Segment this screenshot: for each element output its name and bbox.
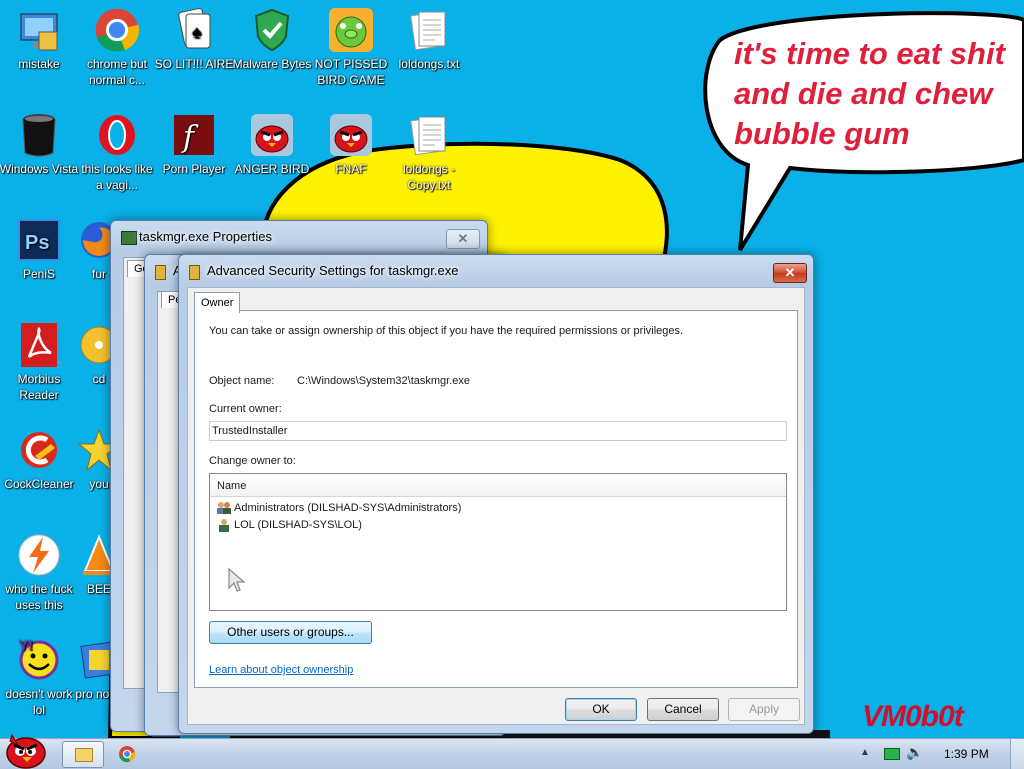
desktop-icon-label: mistake [18, 57, 60, 71]
flash-icon: f [170, 111, 218, 159]
other-users-groups-button[interactable]: Other users or groups... [209, 621, 372, 644]
desktop-icon-label: chrome but normal c... [86, 57, 148, 87]
list-item[interactable]: Administrators (DILSHAD-SYS\Administrato… [214, 500, 774, 516]
desktop-icon-label: Windows Vista [0, 162, 79, 176]
ccleaner-icon [15, 426, 63, 474]
desktop-icon[interactable]: ANGER BIRD [232, 111, 312, 177]
photoshop-icon: Ps [15, 216, 63, 264]
owner-listview[interactable]: Name Administrators (DILSHAD-SYS\Adminis… [209, 473, 787, 611]
change-owner-label: Change owner to: [209, 455, 296, 467]
object-name-label: Object name: [209, 375, 275, 387]
desktop-icon[interactable]: chrome but normal c... [77, 6, 157, 88]
start-button-icon[interactable] [2, 731, 48, 769]
text-file-icon [405, 111, 453, 159]
opera-icon [93, 111, 141, 159]
owner-tab-panel: You can take or assign ownership of this… [194, 310, 798, 688]
close-icon[interactable]: ✕ [446, 229, 480, 249]
desktop-icon[interactable]: NOT PISSED BIRD GAME [311, 6, 391, 88]
shield-lock-icon [189, 265, 200, 280]
list-item[interactable]: LOL (DILSHAD-SYS\LOL) [214, 517, 774, 533]
cancel-button[interactable]: Cancel [647, 698, 719, 721]
group-users-icon [216, 501, 232, 518]
intro-text: You can take or assign ownership of this… [209, 325, 684, 337]
desktop-icon[interactable]: FNAF [311, 111, 391, 177]
advanced-security-dialog[interactable]: Advanced Security Settings for taskmgr.e… [178, 254, 814, 734]
clock[interactable]: 1:39 PM [944, 747, 989, 761]
desktop-icon[interactable]: mistake [0, 6, 79, 72]
list-item-label: Administrators (DILSHAD-SYS\Administrato… [234, 502, 462, 514]
show-desktop-button[interactable] [1010, 739, 1024, 769]
mouse-cursor-icon [228, 568, 246, 592]
taskbar: ▲ 🔈 1:39 PM [0, 733, 1024, 769]
taskbar-explorer-button[interactable] [62, 741, 104, 768]
desktop-icon-label: Porn Player [162, 162, 226, 176]
computer-icon [15, 6, 63, 54]
desktop-icon-label: loldongs.txt [398, 57, 460, 71]
learn-ownership-link[interactable]: Learn about object ownership [209, 664, 353, 676]
desktop-icon-label: loldongs - Copy.txt [402, 162, 456, 192]
desktop-icon[interactable]: loldongs.txt [389, 6, 469, 72]
angry-bird-icon [248, 111, 296, 159]
desktop-icon[interactable]: ♠ SO LIT!!! AIRE [154, 6, 234, 72]
list-item-label: LOL (DILSHAD-SYS\LOL) [234, 519, 362, 531]
desktop-icon-label: SO LIT!!! AIRE [154, 57, 234, 71]
close-icon[interactable]: ✕ [773, 263, 807, 283]
desktop-icon[interactable]: f Porn Player [154, 111, 234, 177]
current-owner-label: Current owner: [209, 403, 282, 415]
list-header[interactable]: Name [210, 474, 786, 497]
desktop-icon[interactable]: Windows Vista [0, 111, 79, 177]
desktop-icon-label: NOT PISSED BIRD GAME [314, 57, 388, 87]
folder-icon [75, 748, 93, 762]
current-owner-field: TrustedInstaller [209, 421, 787, 441]
taskbar-chrome-icon[interactable] [118, 745, 136, 763]
dialog-title: Advanced Security Settings for taskmgr.e… [207, 263, 459, 278]
desktop-icon[interactable]: this looks like a vagi... [77, 111, 157, 193]
desktop-icon-label: Malware Bytes [232, 57, 312, 71]
svg-text:Y!: Y! [19, 637, 33, 653]
chrome-icon [93, 6, 141, 54]
desktop-icon-label: FNAF [335, 162, 367, 176]
svg-text:Ps: Ps [25, 232, 49, 254]
desktop-icon-label: ANGER BIRD [234, 162, 310, 176]
shield-icon [248, 6, 296, 54]
speech-bubble-text: it's time to eat shit and die and chew b… [734, 36, 1005, 151]
window-app-icon [121, 231, 137, 245]
ok-button[interactable]: OK [565, 698, 637, 721]
watermark: VM0b0t [862, 700, 964, 733]
user-icon [216, 518, 232, 535]
network-icon[interactable] [884, 748, 900, 760]
show-hidden-icons-icon[interactable]: ▲ [860, 747, 870, 758]
volume-icon[interactable]: 🔈 [906, 744, 923, 761]
desktop-icon[interactable]: Malware Bytes [232, 6, 312, 72]
pig-icon [327, 6, 375, 54]
desktop-icon[interactable]: loldongs - Copy.txt [389, 111, 469, 193]
lightning-icon [15, 531, 63, 579]
angry-bird-icon [327, 111, 375, 159]
svg-text:♠: ♠ [192, 22, 202, 42]
desktop-icon-label: this looks like a vagi... [81, 162, 153, 192]
text-file-icon [405, 6, 453, 54]
apply-button[interactable]: Apply [728, 698, 800, 721]
trash-bin-icon [15, 111, 63, 159]
object-name-value: C:\Windows\System32\taskmgr.exe [297, 375, 471, 387]
window-title: taskmgr.exe Properties [139, 229, 272, 244]
lock-icon [155, 265, 166, 280]
tab-owner[interactable]: Owner [194, 292, 241, 313]
solitaire-icon: ♠ [170, 6, 218, 54]
pdf-icon [15, 321, 63, 369]
yahoo-icon: Y! [15, 636, 63, 684]
